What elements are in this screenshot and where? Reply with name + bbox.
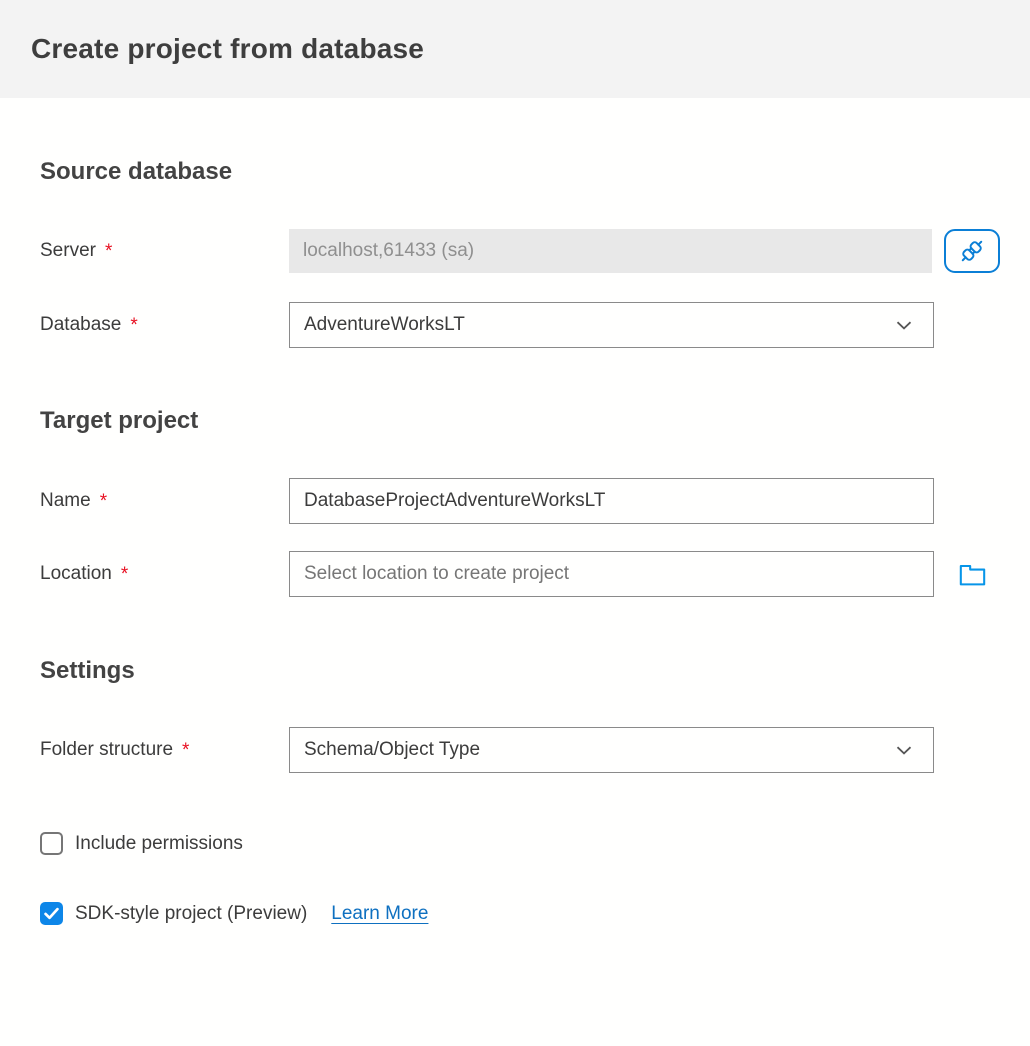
location-row: Location * <box>40 551 1000 597</box>
include-permissions-row: Include permissions <box>40 832 1000 855</box>
required-asterisk: * <box>130 313 137 337</box>
database-row: Database * AdventureWorksLT <box>40 302 1000 348</box>
required-asterisk: * <box>121 562 128 586</box>
project-name-input[interactable] <box>289 478 934 524</box>
database-select-value: AdventureWorksLT <box>304 314 465 336</box>
folder-icon <box>956 558 989 591</box>
sdk-style-label: SDK-style project (Preview) <box>75 903 307 925</box>
folder-structure-label-group: Folder structure * <box>40 738 289 762</box>
section-heading-settings: Settings <box>40 657 1000 685</box>
name-label-group: Name * <box>40 489 289 513</box>
section-heading-target-project: Target project <box>40 407 1000 435</box>
required-asterisk: * <box>182 738 189 762</box>
sdk-style-row: SDK-style project (Preview) Learn More <box>40 902 1000 925</box>
checkmark-icon <box>42 904 61 923</box>
page-title: Create project from database <box>31 33 424 65</box>
project-name-row: Name * <box>40 478 1000 524</box>
location-label: Location <box>40 563 112 585</box>
server-row: Server * <box>40 229 1000 273</box>
include-permissions-checkbox[interactable] <box>40 832 63 855</box>
required-asterisk: * <box>100 489 107 513</box>
server-input <box>289 229 932 273</box>
form-body: Source database Server * <box>0 158 1030 925</box>
required-asterisk: * <box>105 239 112 263</box>
chevron-down-icon <box>892 313 916 337</box>
chevron-down-icon <box>892 738 916 762</box>
change-connection-button[interactable] <box>944 229 1000 273</box>
folder-structure-select-value: Schema/Object Type <box>304 739 480 761</box>
dialog-header: Create project from database <box>0 0 1030 98</box>
database-label: Database <box>40 314 121 336</box>
server-label: Server <box>40 240 96 262</box>
folder-structure-label: Folder structure <box>40 739 173 761</box>
browse-folder-button[interactable] <box>956 558 989 591</box>
database-select[interactable]: AdventureWorksLT <box>289 302 934 348</box>
folder-structure-select[interactable]: Schema/Object Type <box>289 727 934 773</box>
location-input[interactable] <box>289 551 934 597</box>
database-label-group: Database * <box>40 313 289 337</box>
include-permissions-label: Include permissions <box>75 833 243 855</box>
section-heading-source-database: Source database <box>40 158 1000 186</box>
location-label-group: Location * <box>40 562 289 586</box>
name-label: Name <box>40 490 91 512</box>
sdk-style-checkbox[interactable] <box>40 902 63 925</box>
learn-more-link[interactable]: Learn More <box>331 903 428 925</box>
connect-plug-icon <box>956 235 988 267</box>
server-label-group: Server * <box>40 239 289 263</box>
folder-structure-row: Folder structure * Schema/Object Type <box>40 727 1000 773</box>
